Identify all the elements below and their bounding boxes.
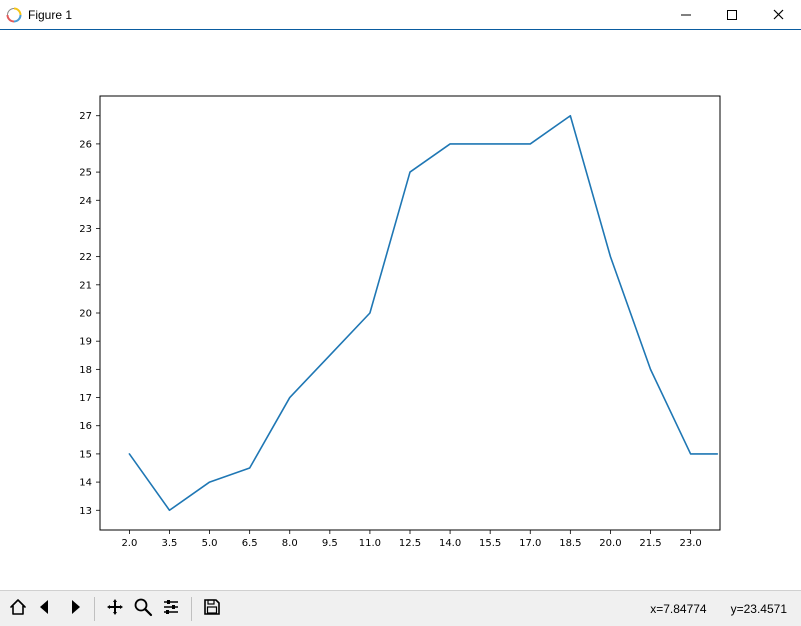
toolbar-group-tools [101, 595, 185, 623]
svg-text:6.5: 6.5 [242, 538, 258, 549]
app-icon [6, 7, 22, 23]
svg-text:5.0: 5.0 [202, 538, 218, 549]
svg-text:20.0: 20.0 [599, 538, 621, 549]
pan-button[interactable] [101, 595, 129, 623]
move-icon [105, 597, 125, 620]
window: Figure 1 13 14 15 16 17 18 19 20 21 22 23 24 25 26 27 2… [0, 0, 801, 626]
toolbar: x=7.84774 y=23.4571 [0, 590, 801, 626]
svg-text:2.0: 2.0 [121, 538, 137, 549]
forward-button[interactable] [60, 595, 88, 623]
window-title: Figure 1 [28, 8, 72, 22]
svg-text:3.5: 3.5 [162, 538, 178, 549]
svg-text:25: 25 [79, 168, 92, 179]
svg-text:22: 22 [79, 252, 92, 263]
svg-text:15: 15 [79, 449, 92, 460]
configure-button[interactable] [157, 595, 185, 623]
svg-text:15.5: 15.5 [479, 538, 501, 549]
home-button[interactable] [4, 595, 32, 623]
svg-text:18.5: 18.5 [559, 538, 581, 549]
toolbar-separator [191, 597, 192, 621]
svg-text:26: 26 [79, 139, 92, 150]
titlebar: Figure 1 [0, 0, 801, 30]
plot-area[interactable]: 13 14 15 16 17 18 19 20 21 22 23 24 25 26 27 2.0 3.5 5.0 6… [0, 30, 801, 590]
toolbar-separator [94, 597, 95, 621]
save-icon [202, 597, 222, 620]
svg-text:17: 17 [79, 393, 92, 404]
zoom-icon [133, 597, 153, 620]
svg-text:12.5: 12.5 [399, 538, 421, 549]
chart-svg: 13 14 15 16 17 18 19 20 21 22 23 24 25 26 27 2.0 3.5 5.0 6… [0, 30, 801, 590]
coordinate-readout: x=7.84774 y=23.4571 [650, 602, 797, 616]
svg-text:18: 18 [79, 365, 92, 376]
svg-text:20: 20 [79, 309, 92, 320]
home-icon [8, 597, 28, 620]
svg-text:27: 27 [79, 111, 92, 122]
save-button[interactable] [198, 595, 226, 623]
svg-text:19: 19 [79, 337, 92, 348]
close-button[interactable] [755, 0, 801, 29]
minimize-button[interactable] [663, 0, 709, 29]
window-controls [663, 0, 801, 29]
arrow-right-icon [64, 597, 84, 620]
svg-text:23.0: 23.0 [679, 538, 701, 549]
coord-y: y=23.4571 [731, 602, 787, 616]
svg-text:17.0: 17.0 [519, 538, 541, 549]
svg-text:21.5: 21.5 [639, 538, 661, 549]
svg-text:14.0: 14.0 [439, 538, 461, 549]
svg-text:14: 14 [79, 478, 92, 489]
svg-text:9.5: 9.5 [322, 538, 338, 549]
svg-text:8.0: 8.0 [282, 538, 298, 549]
svg-text:23: 23 [79, 224, 92, 235]
svg-text:16: 16 [79, 421, 92, 432]
sliders-icon [161, 597, 181, 620]
toolbar-group-save [198, 595, 226, 623]
svg-text:11.0: 11.0 [359, 538, 381, 549]
coord-x: x=7.84774 [650, 602, 706, 616]
svg-text:24: 24 [79, 196, 92, 207]
arrow-left-icon [36, 597, 56, 620]
maximize-button[interactable] [709, 0, 755, 29]
zoom-button[interactable] [129, 595, 157, 623]
svg-text:21: 21 [79, 280, 92, 291]
toolbar-group-nav [4, 595, 88, 623]
svg-text:13: 13 [79, 506, 92, 517]
back-button[interactable] [32, 595, 60, 623]
